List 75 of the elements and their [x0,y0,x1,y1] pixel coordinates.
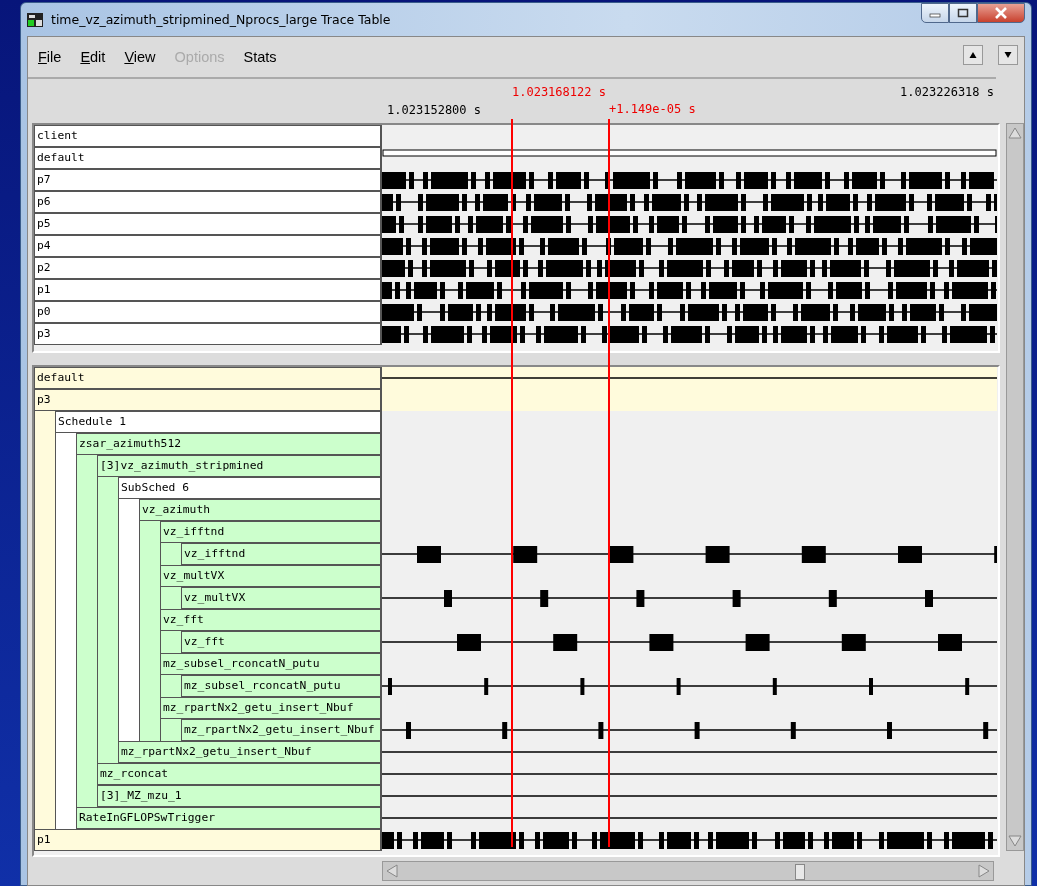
close-button[interactable] [977,3,1025,23]
tree-node-label[interactable]: mz_rpartNx2_getu_insert_Nbuf [160,697,382,719]
tree-node-label[interactable]: mz_rpartNx2_getu_insert_Nbuf [118,741,382,763]
tree-indent [118,499,139,521]
tree-node-label[interactable]: SubSched 6 [118,477,382,499]
tree-indent [97,477,118,499]
left-arrow-icon [385,864,399,878]
process-label[interactable]: p4 [34,235,382,257]
process-label[interactable]: client [34,125,382,147]
up-triangle-icon [969,51,977,59]
tree-node-label[interactable]: [3]vz_azimuth_stripmined [97,455,382,477]
tree-node-label[interactable]: vz_ifftnd [160,521,382,543]
process-label[interactable]: p6 [34,191,382,213]
horizontal-scrollbar[interactable] [382,861,994,881]
tree-node-label[interactable]: vz_fft [181,631,382,653]
end-time: 1.023226318 s [900,85,994,99]
tree-indent [76,785,97,807]
down-arrow-icon [1008,834,1022,848]
process-label[interactable]: p7 [34,169,382,191]
tree-indent [160,719,181,741]
process-label[interactable]: p2 [34,257,382,279]
tree-indent [160,675,181,697]
tree-node-label[interactable]: default [34,367,382,389]
menu-item[interactable]: Stats [243,49,277,65]
scroll-up-button[interactable] [963,45,983,65]
minimize-button[interactable] [921,3,949,23]
tree-indent [160,543,181,565]
tree-node-label[interactable]: vz_fft [160,609,382,631]
cursor-time: +1.149e-05 s [609,102,696,116]
tree-node-label[interactable]: p3 [34,389,382,411]
tree-indent [139,719,160,741]
tree-indent [97,741,118,763]
process-label[interactable]: default [34,147,382,169]
menu-item[interactable]: Edit [80,49,106,65]
tree-node-label[interactable]: mz_subsel_rconcatN_putu [160,653,382,675]
vertical-scrollbar[interactable] [1006,123,1024,851]
tree-indent [160,631,181,653]
tree-node-label[interactable]: p1 [34,829,382,851]
tree-node-label[interactable]: mz_subsel_rconcatN_putu [181,675,382,697]
tree-node-label[interactable]: mz_rpartNx2_getu_insert_Nbuf [181,719,382,741]
maximize-icon [957,8,969,18]
tree-node-label[interactable]: zsar_azimuth512 [76,433,382,455]
app-icon [27,11,43,28]
tree-node-label[interactable]: vz_multVX [181,587,382,609]
tree-node-label[interactable]: [3]_MZ_mzu_1 [97,785,382,807]
menu-item[interactable]: View [124,49,156,65]
close-icon [994,7,1008,19]
process-label[interactable]: p5 [34,213,382,235]
tree-node-label[interactable]: vz_ifftnd [181,543,382,565]
start-time: 1.023152800 s [387,103,481,117]
tree-node-label[interactable]: mz_rconcat [97,763,382,785]
down-triangle-icon [1004,51,1012,59]
scroll-thumb[interactable] [795,864,805,880]
process-label[interactable]: p3 [34,323,382,345]
up-arrow-icon [1008,126,1022,140]
window-title: time_vz_azimuth_stripmined_Nprocs_large Trace Table [51,12,392,27]
tree-indent [55,807,76,829]
cursor-time: 1.023168122 s [512,85,606,99]
tree-indent [160,587,181,609]
tree-indent [34,807,55,829]
scroll-down-button[interactable] [998,45,1018,65]
process-label[interactable]: p0 [34,301,382,323]
tree-indent [34,411,55,433]
right-arrow-icon [977,864,991,878]
tree-node-label[interactable]: vz_multVX [160,565,382,587]
process-label[interactable]: p1 [34,279,382,301]
menu-item[interactable]: File [38,49,62,65]
tree-node-label[interactable]: RateInGFLOPSwTrigger [76,807,382,829]
tree-indent [76,455,97,477]
tree-node-label[interactable]: vz_azimuth [139,499,382,521]
tree-indent [118,719,139,741]
tree-node-label[interactable]: Schedule 1 [55,411,382,433]
tree-indent [55,433,76,455]
tree-indent [139,521,160,543]
maximize-button[interactable] [949,3,977,23]
